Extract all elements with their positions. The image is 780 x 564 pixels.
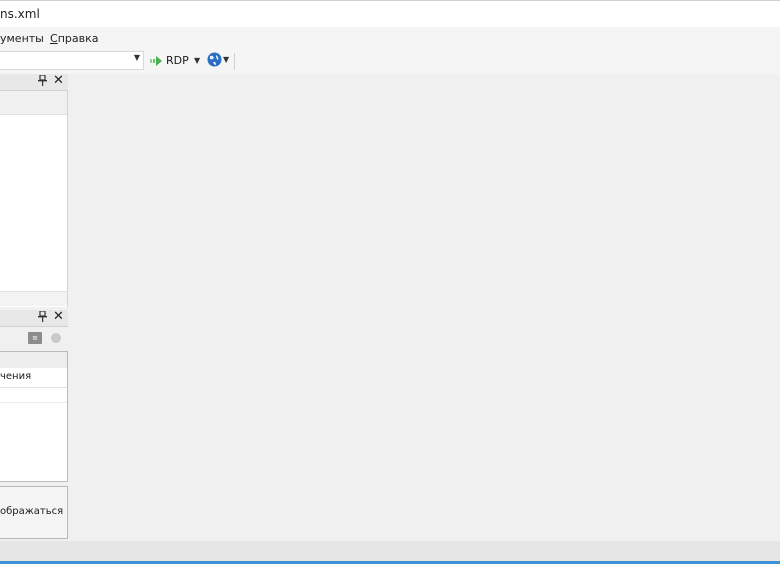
config-panel: ✕ ≡ чения ображаться в	[0, 308, 68, 540]
menu-tools[interactable]: ументы	[0, 32, 44, 45]
sort-icon[interactable]: ≡	[28, 332, 42, 344]
menu-bar: ументы Справка	[0, 27, 780, 49]
main-work-area	[69, 74, 780, 541]
status-bar	[0, 541, 780, 561]
external-tools-button[interactable]: ▼	[207, 52, 229, 67]
arrow-right-icon	[150, 55, 162, 66]
property-row[interactable]	[0, 387, 67, 403]
window-title: ns.xml	[0, 7, 40, 21]
close-icon[interactable]: ✕	[53, 310, 64, 324]
circle-icon[interactable]	[51, 333, 61, 343]
connect-rdp-button[interactable]: RDP	[150, 54, 189, 67]
chevron-down-icon: ▼	[223, 55, 230, 64]
menu-help[interactable]: Справка	[50, 32, 98, 45]
horizontal-scrollbar[interactable]	[0, 291, 67, 306]
property-description-text: ображаться в	[0, 506, 68, 517]
config-toolbar: ≡	[0, 329, 68, 351]
quick-connect-combo[interactable]: ▼	[0, 51, 144, 70]
protocol-dropdown-icon[interactable]: ▼	[194, 56, 200, 65]
title-bar: ns.xml	[0, 0, 780, 27]
property-grid: чения	[0, 351, 68, 482]
property-row[interactable]: чения	[0, 368, 67, 388]
property-grid-header	[0, 352, 67, 368]
globe-icon	[207, 52, 222, 67]
connections-search-bar[interactable]	[0, 91, 67, 115]
close-icon[interactable]: ✕	[53, 74, 64, 88]
property-name: чения	[0, 371, 32, 382]
pin-icon[interactable]	[38, 74, 47, 89]
chevron-down-icon[interactable]: ▼	[134, 53, 140, 62]
pin-icon[interactable]	[38, 310, 47, 325]
connections-panel: ✕	[0, 74, 68, 307]
toolbar: ▼ RDP ▼ ▼	[0, 49, 780, 74]
config-panel-header: ✕	[0, 310, 68, 327]
toolbar-separator	[234, 53, 235, 70]
connect-protocol-label: RDP	[166, 54, 189, 67]
connections-panel-header: ✕	[0, 74, 68, 91]
property-description: ображаться в	[0, 486, 68, 539]
